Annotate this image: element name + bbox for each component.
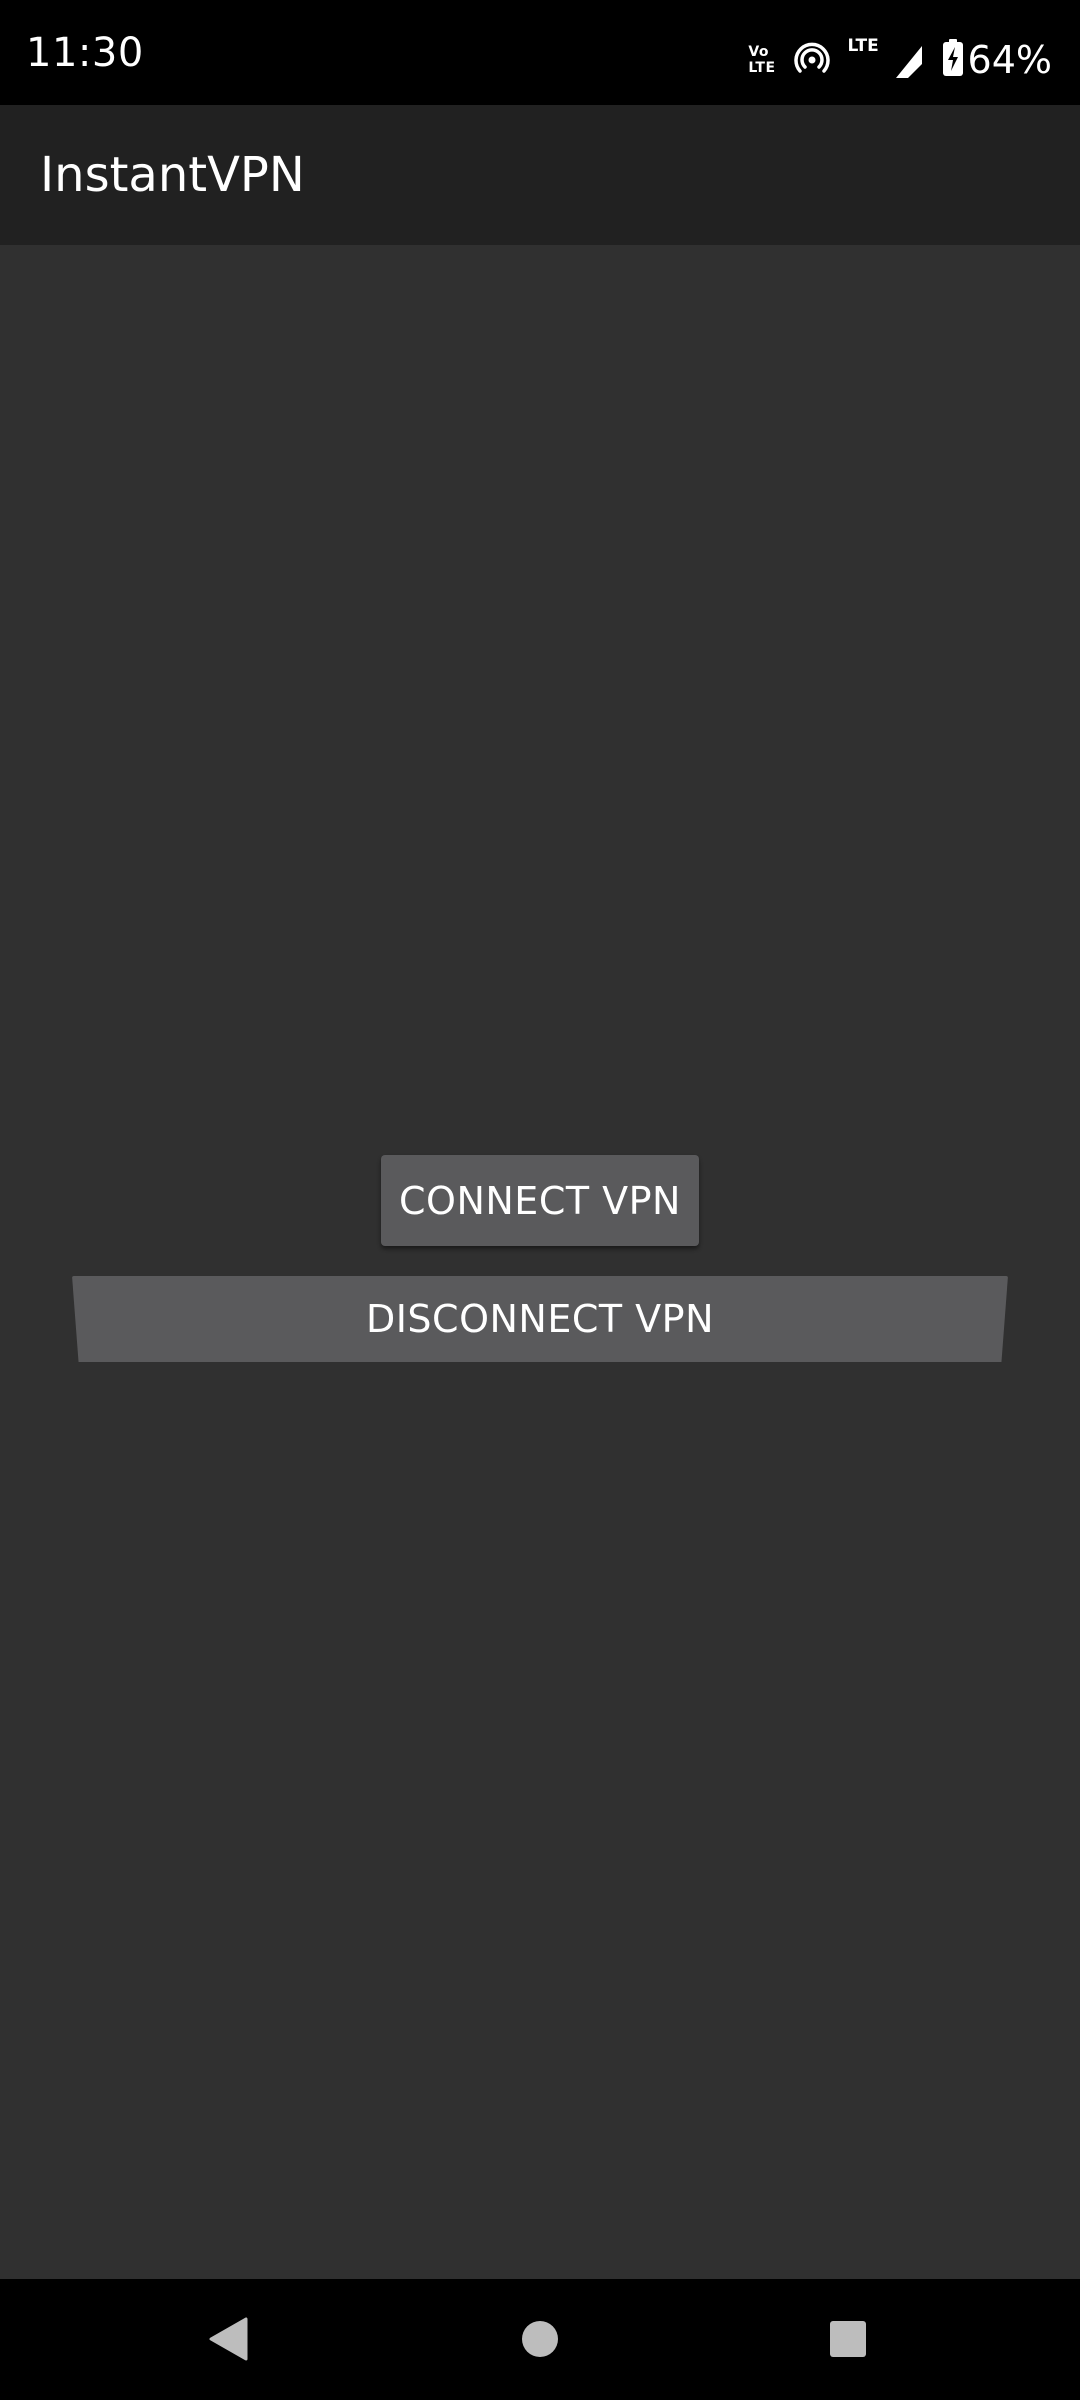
volte-top-label: Vo bbox=[748, 44, 769, 60]
navigation-bar bbox=[0, 2279, 1080, 2400]
home-icon[interactable] bbox=[510, 2309, 570, 2369]
back-icon[interactable] bbox=[198, 2309, 258, 2369]
status-icons: Vo LTE LTE 64% bbox=[748, 36, 1052, 84]
battery: 64% bbox=[942, 39, 1052, 81]
status-time: 11:30 bbox=[26, 30, 144, 76]
app-title: InstantVPN bbox=[40, 147, 305, 203]
battery-charging-icon bbox=[942, 39, 964, 81]
recents-icon[interactable] bbox=[818, 2309, 878, 2369]
disconnect-vpn-button[interactable]: DISCONNECT VPN bbox=[72, 1276, 1008, 1362]
main-content bbox=[0, 245, 1080, 2279]
volte-bottom-label: LTE bbox=[748, 60, 776, 76]
connect-vpn-button[interactable]: CONNECT VPN bbox=[381, 1155, 699, 1246]
app-bar: InstantVPN bbox=[0, 105, 1080, 245]
battery-percent: 64% bbox=[967, 38, 1052, 82]
hotspot-icon bbox=[793, 40, 830, 80]
volte-icon: Vo LTE bbox=[748, 44, 775, 76]
status-bar: 11:30 Vo LTE LTE 64% bbox=[0, 0, 1080, 105]
lte-signal-icon: LTE bbox=[848, 38, 924, 82]
